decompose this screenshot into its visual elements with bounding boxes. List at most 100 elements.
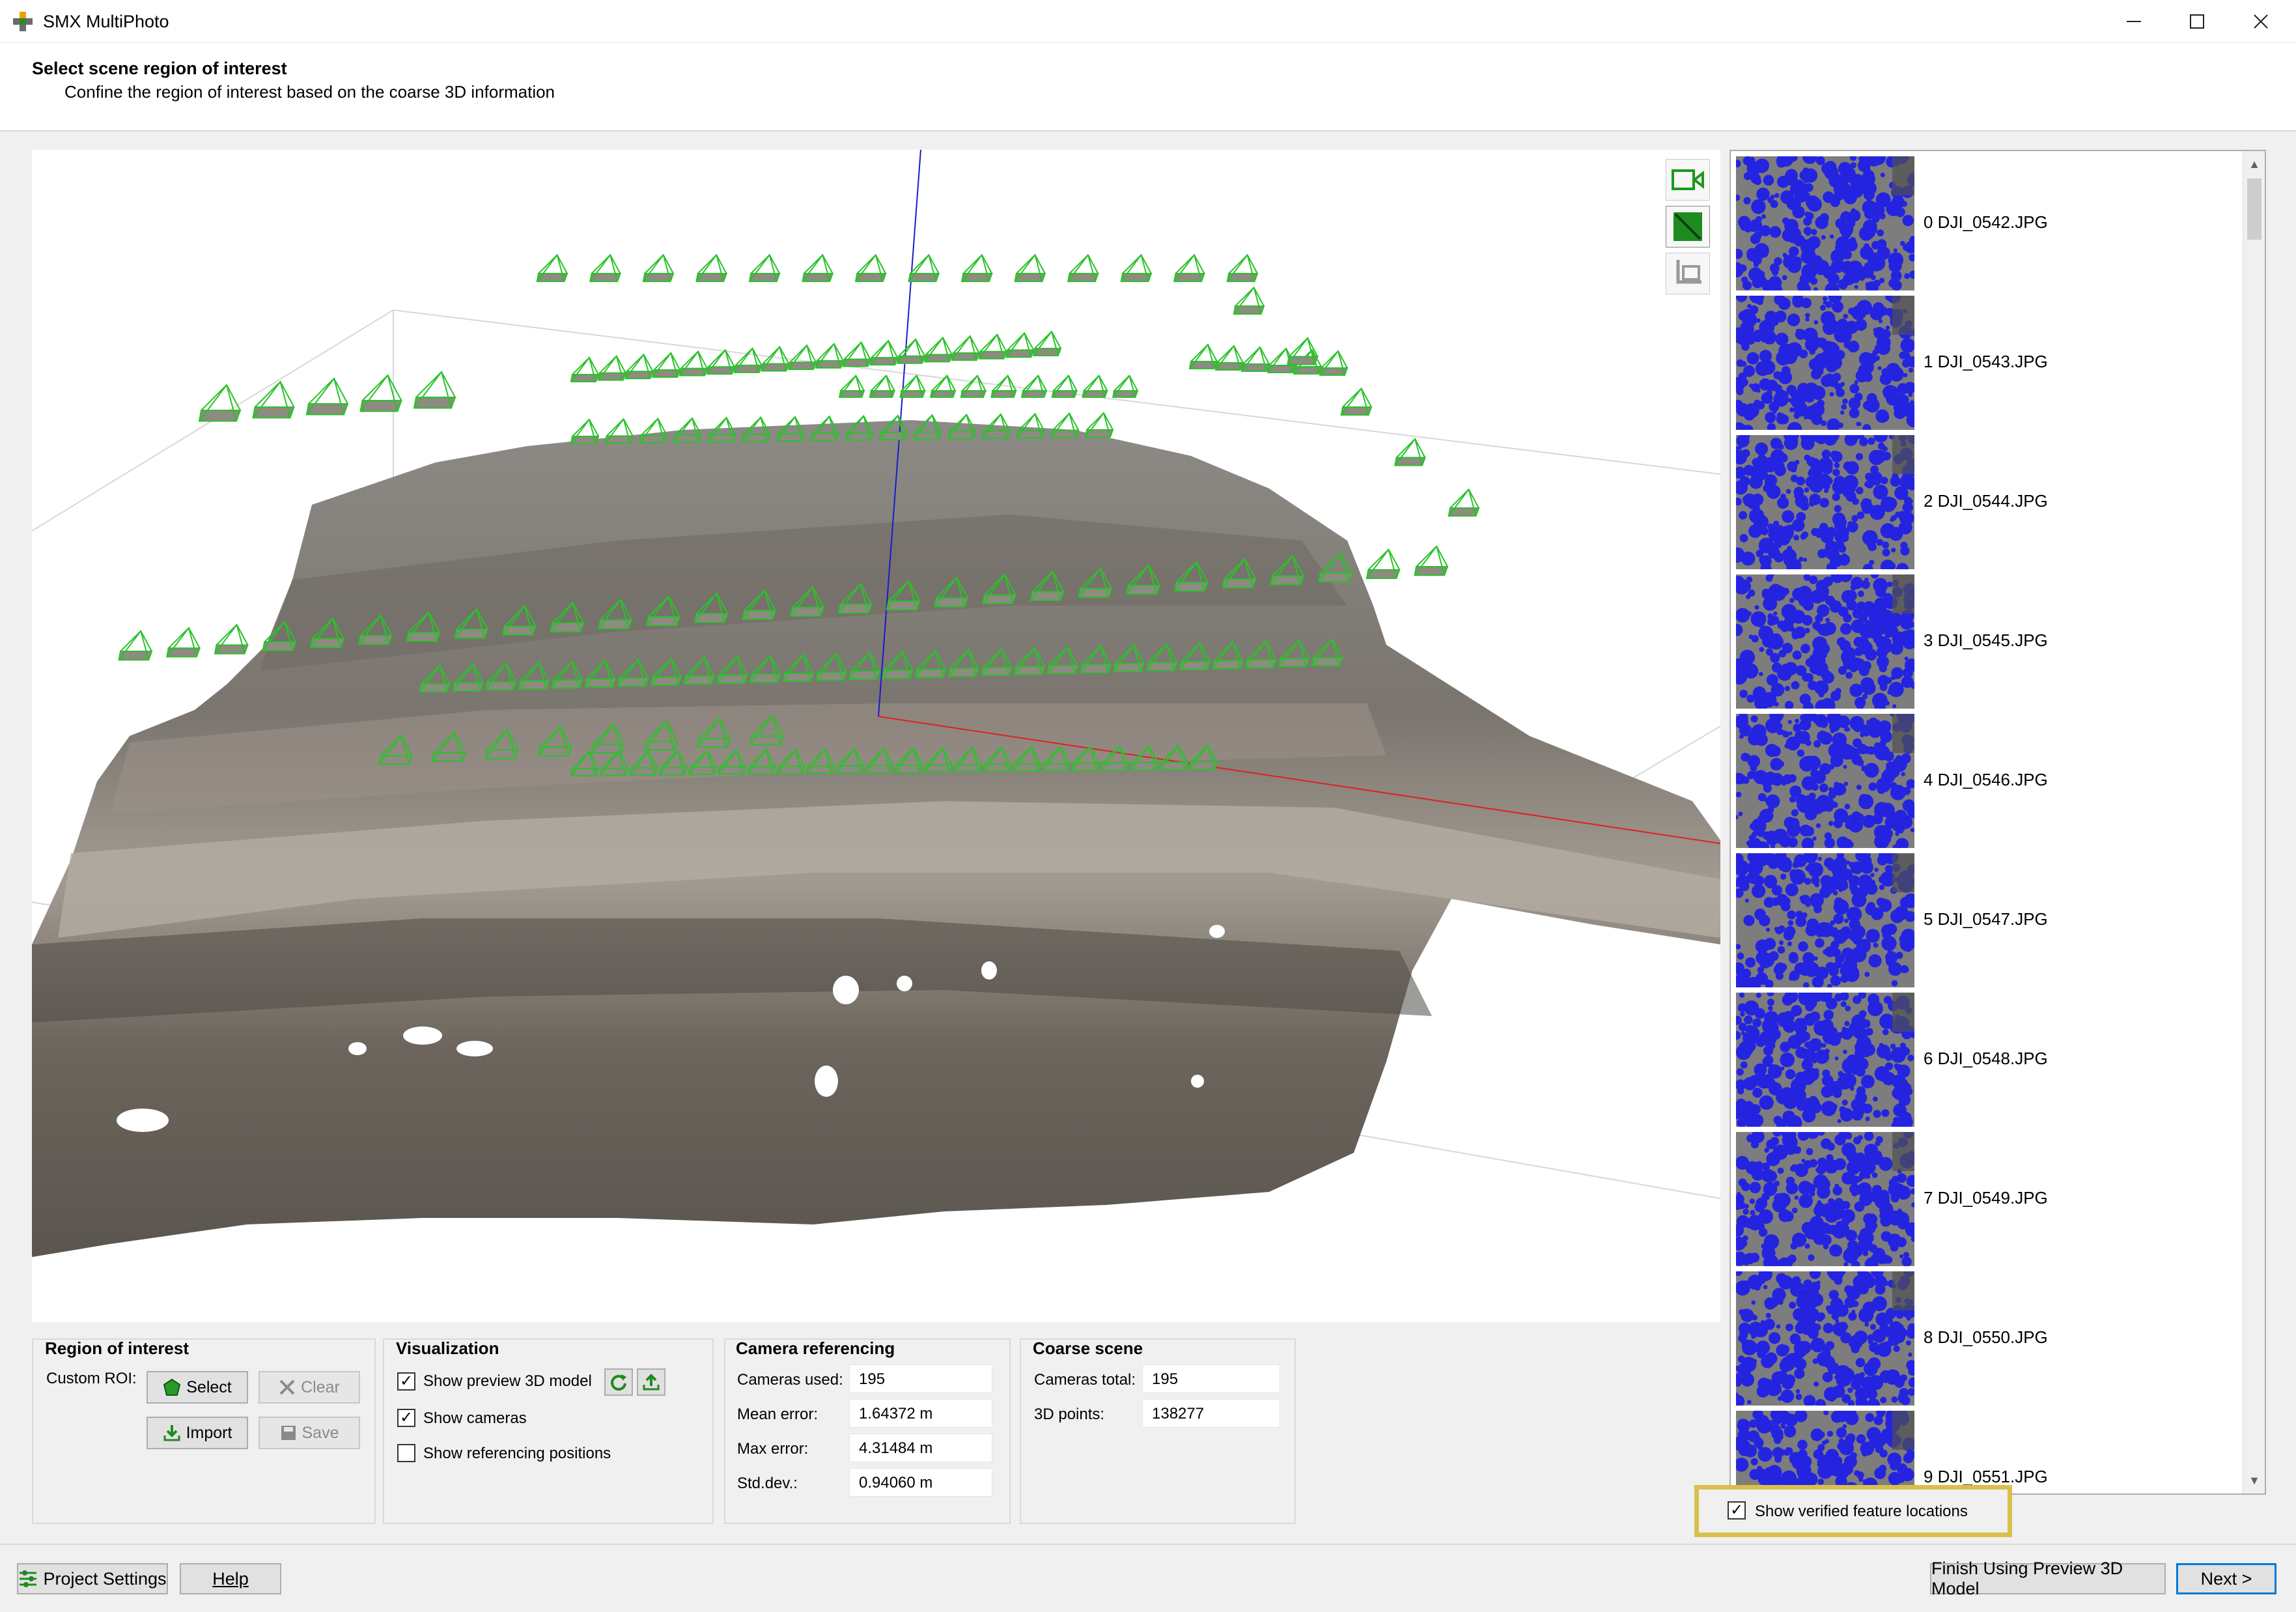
save-roi-button[interactable]: Save [259,1417,360,1449]
camera-frustum-icon [1226,253,1259,283]
camera-frustum-icon [787,344,817,371]
import-icon [163,1425,180,1441]
image-list-item[interactable]: 5 DJI_0547.JPG [1736,853,2250,987]
image-list-item[interactable]: 9 DJI_0551.JPG [1736,1411,2250,1493]
camera-frustum-icon [960,374,987,398]
show-referencing-label: Show referencing positions [423,1445,611,1462]
camera-frustum-icon [923,336,953,363]
camera-frustum-icon [1051,374,1078,398]
camera-frustum-icon [978,333,1007,360]
save-label: Save [301,1423,339,1442]
camera-frustum-icon [748,253,781,283]
camera-frustum-icon [1050,412,1080,438]
camera-frustum-icon [359,374,402,412]
image-filename: 8 DJI_0550.JPG [1924,1327,2048,1347]
verified-features-checkbox[interactable]: ✓ [1728,1501,1746,1520]
image-filename: 6 DJI_0548.JPG [1924,1049,2048,1068]
3d-viewport[interactable] [32,150,1720,1322]
maximize-button[interactable] [2163,0,2231,43]
next-button[interactable]: Next > [2176,1563,2276,1594]
image-filename: 5 DJI_0547.JPG [1924,909,2048,929]
scroll-up-icon[interactable]: ▲ [2243,151,2265,177]
camera-frustum-icon [1112,374,1139,398]
camera-frustum-icon [252,380,295,419]
camera-frustum-icon [118,630,153,661]
select-roi-button[interactable]: Select [147,1371,248,1404]
stat-value-field: 195 [1142,1365,1280,1393]
camera-frustum-icon [869,339,899,366]
export-preview-button[interactable] [637,1368,665,1396]
image-list-item[interactable]: 2 DJI_0544.JPG [1736,435,2250,569]
image-filename: 3 DJI_0545.JPG [1924,630,2048,650]
preview-model-checkbox[interactable]: ✓ [397,1372,415,1391]
image-list-item[interactable]: 6 DJI_0548.JPG [1736,993,2250,1127]
camera-frustum-icon [570,418,600,444]
camera-frustum-icon [570,356,600,382]
feature-thumbnail [1736,1411,1914,1493]
crop-view-button[interactable] [1666,253,1710,294]
camera-frustum-icon [679,350,708,376]
image-filename: 9 DJI_0551.JPG [1924,1467,2048,1486]
image-list-item[interactable]: 8 DJI_0550.JPG [1736,1271,2250,1406]
camera-frustum-icon [1173,253,1205,283]
feature-thumbnail [1736,993,1914,1127]
camera-frustum-icon [652,352,681,378]
maximize-icon [2190,14,2204,29]
camera-frustum-icon [214,623,249,655]
3d-scene[interactable] [32,150,1720,1322]
roi-title: Region of interest [45,1338,189,1358]
close-button[interactable] [2227,0,2295,43]
image-filename: 2 DJI_0544.JPG [1924,491,2048,511]
project-settings-button[interactable]: Project Settings [17,1563,168,1594]
visualization-title: Visualization [396,1338,499,1358]
show-referencing-checkbox[interactable] [397,1444,415,1462]
camera-frustum-icon [1394,438,1426,466]
app-logo-icon [12,10,35,34]
coarse-scene-title: Coarse scene [1033,1338,1143,1358]
image-list[interactable]: 0 DJI_0542.JPG 1 DJI_0543.JPG 2 DJI_0544.J… [1729,150,2266,1495]
minimize-button[interactable] [2100,0,2168,43]
image-list-item[interactable]: 4 DJI_0546.JPG [1736,714,2250,848]
refresh-preview-button[interactable] [604,1368,633,1396]
preview-model-label: Show preview 3D model [423,1372,592,1390]
feature-thumbnail [1736,574,1914,709]
camera-referencing-title: Camera referencing [736,1338,895,1358]
help-button[interactable]: Help [180,1563,281,1594]
camera-frustum-icon [842,341,872,367]
clear-roi-button[interactable]: Clear [259,1371,360,1404]
surface-view-button[interactable] [1666,206,1710,247]
title-bar: SMX MultiPhoto [0,0,2296,43]
image-list-item[interactable]: 7 DJI_0549.JPG [1736,1132,2250,1266]
scrollbar-thumb[interactable] [2247,178,2261,240]
image-list-item[interactable]: 1 DJI_0543.JPG [1736,296,2250,430]
save-icon [281,1426,296,1440]
next-label: Next > [2200,1568,2252,1589]
finish-label: Finish Using Preview 3D Model [1931,1559,2123,1598]
crop-icon [1676,260,1701,284]
finish-preview-button[interactable]: Finish Using Preview 3D Model [1930,1559,2166,1598]
stat-value-field: 4.31484 m [849,1434,992,1462]
import-label: Import [186,1423,232,1442]
settings-sliders-icon [20,1570,37,1587]
coarse-scene-group: Coarse scene Cameras total: 195 3D points:… [1020,1338,1296,1524]
camera-frustum-icon [198,384,242,422]
camera-frustum-icon [1016,412,1046,439]
camera-frustum-icon [951,335,981,361]
camera-frustum-icon [869,374,896,398]
camera-frustum-icon [1319,350,1349,376]
camera-frustum-icon [802,253,834,283]
show-cameras-label: Show cameras [423,1409,527,1427]
visualization-group: Visualization ✓ Show preview 3D model ✓ … [383,1338,714,1524]
image-list-scrollbar[interactable]: ▲ ▼ [2243,151,2265,1493]
camera-frustum-icon [642,253,675,283]
import-roi-button[interactable]: Import [147,1417,248,1449]
camera-frustum-icon [639,417,668,444]
scroll-down-icon[interactable]: ▼ [2243,1467,2265,1493]
image-list-item[interactable]: 3 DJI_0545.JPG [1736,574,2250,709]
stat-value-field: 0.94060 m [849,1468,992,1497]
camera-frustum-icon [1032,330,1062,356]
camera-view-button[interactable] [1666,159,1710,201]
image-list-item[interactable]: 0 DJI_0542.JPG [1736,156,2250,290]
show-cameras-checkbox[interactable]: ✓ [397,1409,415,1427]
feature-thumbnail [1736,156,1914,290]
